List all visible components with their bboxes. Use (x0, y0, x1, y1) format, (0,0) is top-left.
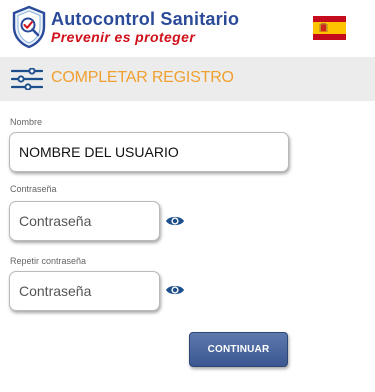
repeat-password-field[interactable] (9, 271, 160, 311)
eye-icon[interactable] (165, 214, 185, 228)
app-header: Autocontrol Sanitario Prevenir es proteg… (0, 0, 375, 56)
continue-button[interactable]: CONTINUAR (189, 332, 288, 367)
name-field[interactable] (9, 132, 289, 172)
shield-check-magnifier-icon (12, 5, 46, 49)
eye-icon[interactable] (165, 283, 185, 297)
sliders-icon (11, 68, 43, 90)
repeat-password-label: Repetir contraseña (10, 256, 87, 266)
section-title: COMPLETAR REGISTRO (51, 69, 234, 86)
section-header: COMPLETAR REGISTRO (0, 57, 375, 101)
brand-title: Autocontrol Sanitario (51, 9, 240, 29)
spain-flag-icon[interactable] (313, 16, 346, 40)
name-label: Nombre (10, 117, 43, 127)
brand-slogan: Prevenir es proteger (51, 29, 196, 45)
password-label: Contraseña (10, 184, 57, 194)
password-field[interactable] (9, 201, 160, 241)
